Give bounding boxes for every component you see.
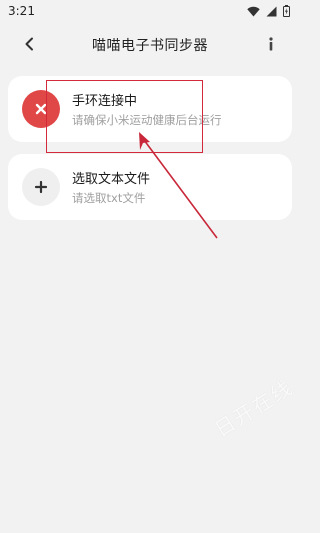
more-button[interactable] xyxy=(264,34,278,56)
signal-icon xyxy=(266,6,277,17)
annotation-highlight-box xyxy=(46,80,203,153)
select-file-card[interactable]: 选取文本文件 请选取txt文件 xyxy=(8,154,292,220)
status-time: 3:21 xyxy=(8,4,35,18)
watermark: 日开在线 xyxy=(210,374,298,442)
select-file-title: 选取文本文件 xyxy=(72,172,151,187)
battery-icon xyxy=(283,5,290,17)
status-bar: 3:21 xyxy=(0,0,300,22)
wifi-icon xyxy=(247,6,260,17)
plus-icon xyxy=(22,168,60,206)
info-icon xyxy=(268,36,274,55)
select-file-subtitle: 请选取txt文件 xyxy=(72,191,146,205)
app-bar: 喵喵电子书同步器 xyxy=(0,22,300,68)
page-title: 喵喵电子书同步器 xyxy=(92,38,208,54)
status-icons xyxy=(247,5,290,17)
